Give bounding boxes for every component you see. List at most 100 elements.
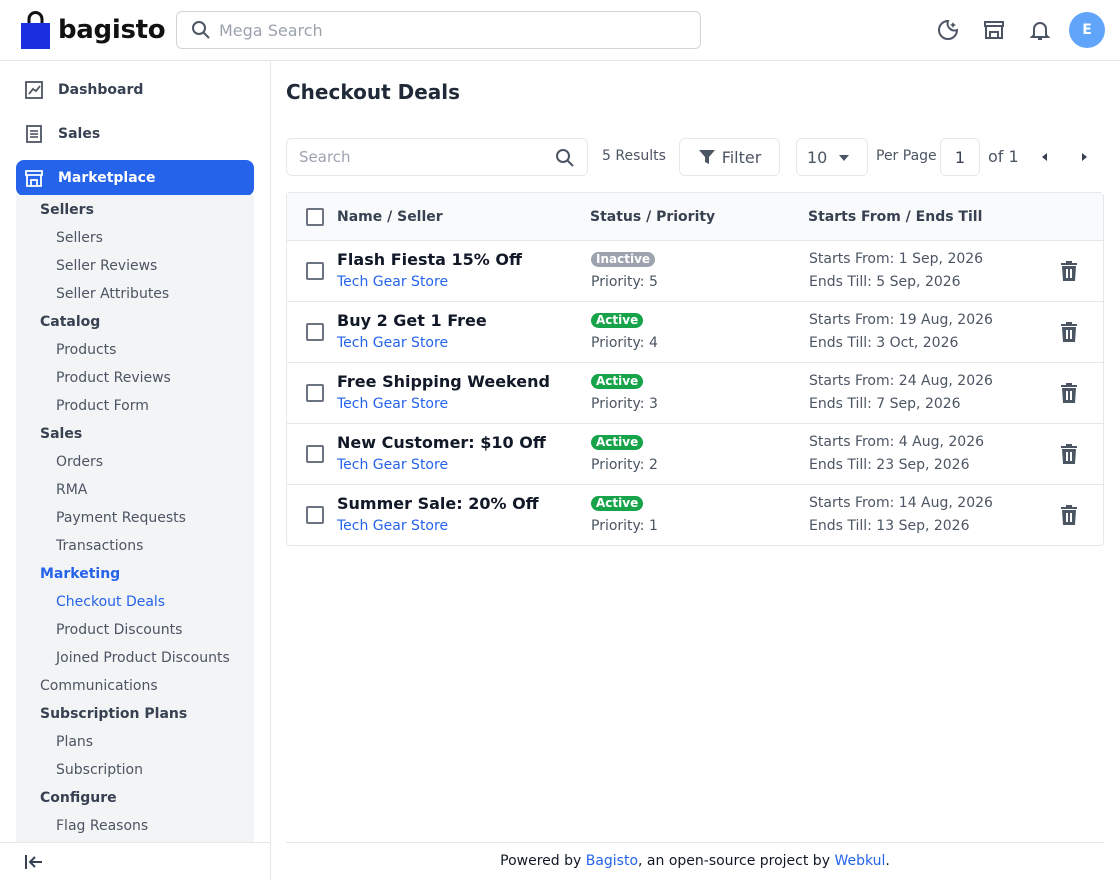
priority: Priority: 5 [591,274,658,290]
sidebar: Dashboard Sales Marketplace Sellers Sell… [0,61,271,880]
sidebar-group-subscription-plans[interactable]: Subscription Plans [40,706,187,722]
sidebar-item-checkout-deals[interactable]: Checkout Deals [56,594,165,610]
store-icon [25,170,43,187]
delete-icon[interactable] [1060,383,1078,403]
per-page-select[interactable]: 10 [796,138,868,176]
sidebar-group-sellers[interactable]: Sellers [40,202,94,218]
delete-icon[interactable] [1060,261,1078,281]
bell-icon[interactable] [1028,18,1052,42]
delete-icon[interactable] [1060,505,1078,525]
status-badge: Active [591,313,644,328]
row-checkbox[interactable] [306,384,324,402]
mega-search-input[interactable] [219,20,659,40]
mega-search[interactable] [176,11,701,49]
column-name-seller[interactable]: Name / Seller [337,209,443,225]
sidebar-item-sales[interactable]: Sales [16,116,254,152]
deal-name[interactable]: Flash Fiesta 15% Off [337,250,522,269]
starts-from: Starts From: 14 Aug, 2026 [809,495,993,511]
table-row: Free Shipping Weekend Tech Gear Store Ac… [287,363,1103,424]
store-icon[interactable] [982,18,1006,42]
table-row: Flash Fiesta 15% Off Tech Gear Store Ina… [287,241,1103,302]
sidebar-item-product-discounts[interactable]: Product Discounts [56,622,182,638]
bag-logo-icon [21,11,50,49]
select-all-checkbox[interactable] [306,208,324,226]
sidebar-group-sales[interactable]: Sales [40,426,82,442]
sidebar-item-flag-reasons[interactable]: Flag Reasons [56,818,148,834]
sidebar-item-sellers[interactable]: Sellers [56,230,103,246]
row-checkbox[interactable] [306,506,324,524]
seller-link[interactable]: Tech Gear Store [337,457,448,473]
sidebar-item-communications[interactable]: Communications [40,678,158,694]
status-badge: Active [591,435,644,450]
logo[interactable]: bagisto [21,11,166,49]
sidebar-item-plans[interactable]: Plans [56,734,93,750]
ends-till: Ends Till: 13 Sep, 2026 [809,518,970,534]
chevron-down-icon [839,155,849,161]
sidebar-group-configure[interactable]: Configure [40,790,117,806]
filter-label: Filter [721,147,762,167]
delete-icon[interactable] [1060,322,1078,342]
results-count: 5 Results [602,148,666,164]
sidebar-item-seller-reviews[interactable]: Seller Reviews [56,258,157,274]
seller-link[interactable]: Tech Gear Store [337,274,448,290]
dashboard-icon [25,81,43,99]
sidebar-item-label: Dashboard [58,82,144,98]
sidebar-item-seller-attributes[interactable]: Seller Attributes [56,286,169,302]
sidebar-item-subscription[interactable]: Subscription [56,762,143,778]
row-checkbox[interactable] [306,445,324,463]
starts-from: Starts From: 4 Aug, 2026 [809,434,985,450]
column-starts-ends[interactable]: Starts From / Ends Till [808,209,982,225]
sidebar-item-product-form[interactable]: Product Form [56,398,149,414]
starts-from: Starts From: 1 Sep, 2026 [809,251,984,267]
next-page-icon[interactable] [1080,151,1090,163]
column-status-priority[interactable]: Status / Priority [590,209,715,225]
sidebar-collapse[interactable] [0,842,270,880]
previous-page-icon[interactable] [1039,151,1049,163]
table-row: Buy 2 Get 1 Free Tech Gear Store Active … [287,302,1103,363]
ends-till: Ends Till: 7 Sep, 2026 [809,396,961,412]
deal-name[interactable]: Summer Sale: 20% Off [337,494,539,513]
bagisto-link[interactable]: Bagisto [586,853,638,869]
sidebar-item-marketplace[interactable]: Marketplace [16,160,254,196]
footer-prefix: Powered by [500,853,586,869]
search-input[interactable] [299,148,549,166]
deal-name[interactable]: New Customer: $10 Off [337,433,546,452]
avatar[interactable]: E [1069,12,1105,48]
status-badge: Inactive [591,252,656,267]
footer-middle: , an open-source project by [638,853,835,869]
sidebar-item-joined-product-discounts[interactable]: Joined Product Discounts [56,650,230,666]
sidebar-item-product-reviews[interactable]: Product Reviews [56,370,171,386]
row-checkbox[interactable] [306,262,324,280]
sidebar-item-payment-requests[interactable]: Payment Requests [56,510,186,526]
sidebar-item-rma[interactable]: RMA [56,482,87,498]
delete-icon[interactable] [1060,444,1078,464]
priority: Priority: 1 [591,518,658,534]
collapse-sidebar-icon[interactable] [24,854,44,870]
seller-link[interactable]: Tech Gear Store [337,396,448,412]
moon-icon[interactable] [936,18,960,42]
filter-icon [698,150,715,164]
sidebar-group-marketing[interactable]: Marketing [40,566,120,582]
starts-from: Starts From: 19 Aug, 2026 [809,312,993,328]
footer: Powered by Bagisto, an open-source proje… [286,842,1104,880]
status-badge: Active [591,496,644,511]
sidebar-item-orders[interactable]: Orders [56,454,103,470]
filter-button[interactable]: Filter [679,138,780,176]
search-icon[interactable] [555,148,575,168]
priority: Priority: 3 [591,396,658,412]
seller-link[interactable]: Tech Gear Store [337,335,448,351]
row-checkbox[interactable] [306,323,324,341]
page-number-input[interactable] [940,138,980,176]
seller-link[interactable]: Tech Gear Store [337,518,448,534]
webkul-link[interactable]: Webkul [834,853,885,869]
sidebar-group-catalog[interactable]: Catalog [40,314,100,330]
sidebar-item-products[interactable]: Products [56,342,116,358]
deal-name[interactable]: Free Shipping Weekend [337,372,550,391]
sidebar-item-label: Marketplace [58,170,156,186]
sidebar-item-transactions[interactable]: Transactions [56,538,143,554]
sidebar-item-dashboard[interactable]: Dashboard [16,72,254,108]
datagrid-search[interactable] [286,138,588,176]
status-badge: Active [591,374,644,389]
footer-suffix: . [885,853,890,869]
deal-name[interactable]: Buy 2 Get 1 Free [337,311,487,330]
